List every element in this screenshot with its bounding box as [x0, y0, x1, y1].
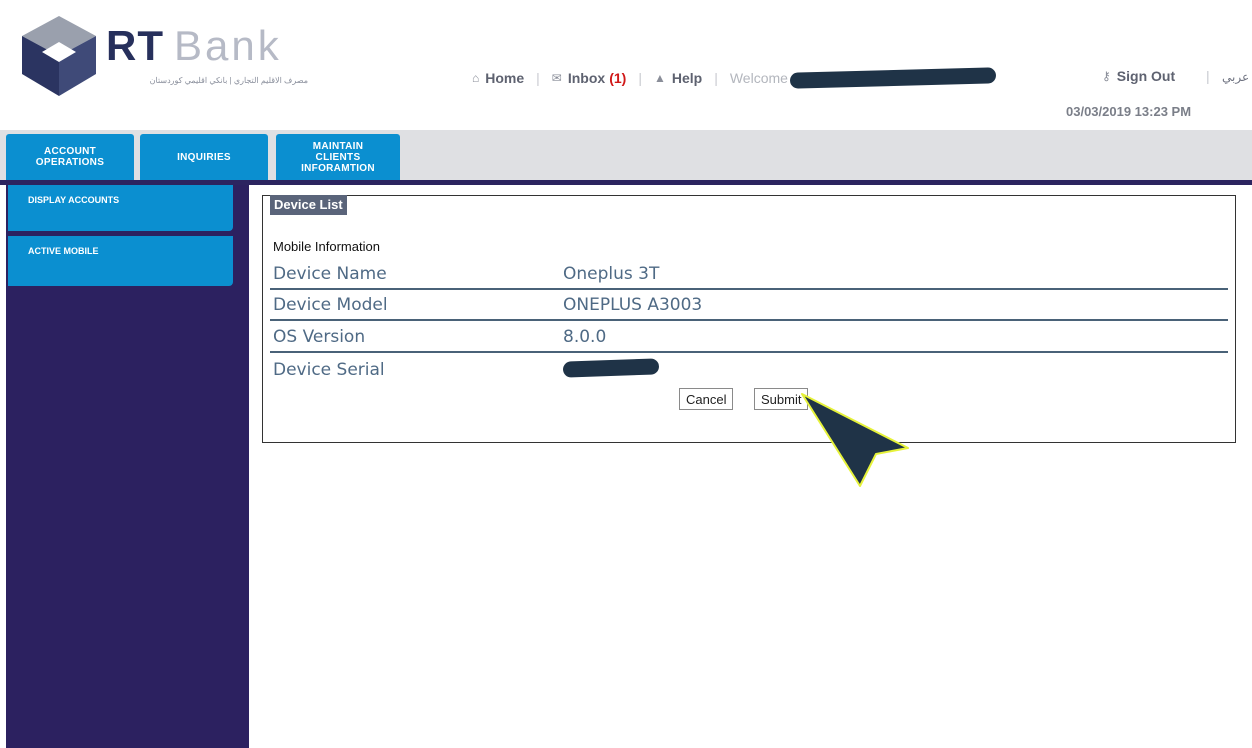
top-navigation: ⌂ Home | ✉ Inbox (1) | ▲ Help | Welcome: [472, 67, 997, 89]
inbox-count-badge: (1): [609, 70, 627, 86]
tab-label: INQUIRIES: [177, 151, 231, 163]
nav-separator: |: [638, 70, 642, 86]
device-info-row: OS Version 8.0.0: [270, 321, 1228, 353]
tab-maintain-clients-information[interactable]: MAINTAIN CLIENTS INFORAMTION: [276, 134, 400, 180]
tab-label-line: CLIENTS: [315, 151, 361, 163]
header: RT Bank مصرف الاقليم التجاري | بانكي اقلي…: [0, 0, 1252, 130]
os-version-value: 8.0.0: [563, 327, 607, 347]
arrow-pointer-icon: [801, 393, 909, 487]
device-name-label: Device Name: [273, 264, 387, 284]
language-switch-link[interactable]: عربي: [1222, 70, 1249, 84]
home-icon: ⌂: [472, 71, 480, 85]
brand-secondary: Bank: [174, 22, 282, 69]
tab-label-line: OPERATIONS: [35, 157, 105, 168]
tab-label-line: MAINTAIN: [312, 140, 364, 152]
tab-account-operations[interactable]: ACCOUNT OPERATIONS: [6, 134, 134, 180]
device-model-label: Device Model: [273, 295, 388, 315]
sidebar-item-active-mobile[interactable]: ACTIVE MOBILE: [8, 236, 233, 286]
device-info-row: Device Serial: [270, 354, 1228, 384]
os-version-label: OS Version: [273, 327, 366, 347]
device-model-value: ONEPLUS A3003: [563, 295, 703, 315]
brand-logo[interactable]: RT Bank: [106, 22, 282, 70]
current-datetime: 03/03/2019 13:23 PM: [1066, 104, 1192, 119]
section-title: Mobile Information: [273, 239, 380, 254]
tab-label: MAINTAIN CLIENTS INFORAMTION: [301, 141, 375, 174]
tab-inquiries[interactable]: INQUIRIES: [140, 134, 268, 180]
warning-triangle-icon: ▲: [653, 71, 666, 85]
device-serial-label: Device Serial: [273, 360, 385, 380]
home-label: Home: [485, 70, 525, 86]
home-link[interactable]: ⌂ Home: [472, 70, 524, 86]
help-link[interactable]: ▲ Help: [654, 70, 702, 86]
envelope-icon: ✉: [551, 71, 562, 85]
device-info-row: Device Model ONEPLUS A3003: [270, 289, 1228, 321]
nav-separator: |: [714, 70, 718, 86]
help-label: Help: [671, 70, 703, 86]
redacted-device-serial: [562, 358, 660, 378]
redacted-username: [789, 67, 997, 89]
sign-out-link[interactable]: ⚷ Sign Out: [1102, 68, 1175, 84]
device-name-value: Oneplus 3T: [563, 264, 660, 284]
tab-label-line: INFORAMTION: [301, 162, 375, 174]
nav-separator: |: [536, 70, 540, 86]
brand-primary: RT: [106, 22, 164, 69]
inbox-label: Inbox: [567, 70, 606, 86]
sidebar-item-display-accounts[interactable]: DISPLAY ACCOUNTS: [8, 185, 233, 231]
sidebar-item-label: ACTIVE MOBILE: [28, 246, 99, 256]
tab-label-line: ACCOUNT: [43, 146, 97, 157]
device-list-legend: Device List: [270, 195, 347, 215]
tab-label: ACCOUNT OPERATIONS: [36, 146, 104, 168]
cube-logo-icon: [22, 16, 96, 96]
nav-separator: |: [1206, 68, 1210, 84]
inbox-link[interactable]: ✉ Inbox (1): [552, 70, 627, 86]
sign-out-label: Sign Out: [1116, 68, 1176, 84]
device-info-row: Device Name Oneplus 3T: [270, 258, 1228, 290]
sidebar-item-label: DISPLAY ACCOUNTS: [28, 195, 120, 205]
cancel-button[interactable]: Cancel: [679, 388, 734, 410]
welcome-label: Welcome: [729, 70, 788, 86]
key-icon: ⚷: [1102, 69, 1111, 83]
brand-tagline: مصرف الاقليم التجاري | بانكي اقليمي كورد…: [149, 76, 308, 85]
